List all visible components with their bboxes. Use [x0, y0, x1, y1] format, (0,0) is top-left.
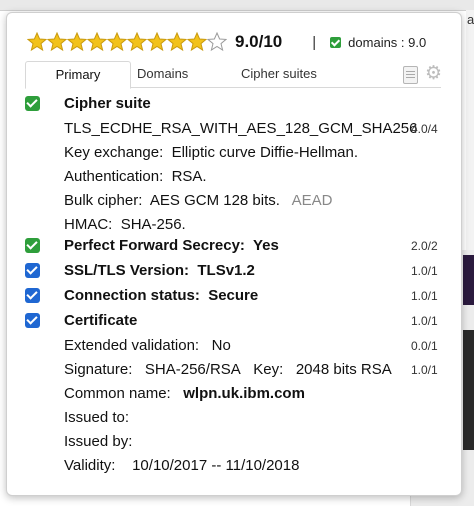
ssl-tls-row: SSL/TLS Version: TLSv1.2 1.0/1 — [7, 260, 461, 284]
validity-label: Validity: — [64, 457, 116, 474]
gear-icon[interactable]: ⚙ — [425, 64, 443, 83]
cipher-suite-row: Cipher suite — [7, 93, 461, 117]
tab-domains[interactable]: Domains — [137, 61, 188, 87]
cipher-suite-score: 4.0/4 — [411, 122, 438, 136]
pfs-row: Perfect Forward Secrecy: Yes 2.0/2 — [7, 235, 461, 259]
extension-popup: 9.0/10 | domains : 9.0 Primary Domains C… — [6, 12, 462, 496]
browser-toolbar-background — [0, 0, 474, 11]
tab-primary[interactable]: Primary — [25, 61, 131, 89]
background-image-fragment — [463, 255, 474, 305]
issued-to-row: Issued to: — [7, 407, 461, 431]
pfs-value: Yes — [253, 237, 279, 254]
star-filled-icon — [147, 32, 167, 52]
star-filled-icon — [47, 32, 67, 52]
bulk-cipher-label: Bulk cipher: — [64, 192, 143, 209]
signature-row: Signature: SHA-256/RSA Key: 2048 bits RS… — [7, 359, 461, 383]
extended-validation-score: 0.0/1 — [411, 339, 438, 353]
certificate-score: 1.0/1 — [411, 314, 438, 328]
star-filled-icon — [187, 32, 207, 52]
header-separator: | — [312, 33, 317, 51]
hmac-label: HMAC: — [64, 216, 113, 233]
common-name-row: Common name: wlpn.uk.ibm.com — [7, 383, 461, 407]
connection-label: Connection status: — [64, 287, 200, 304]
star-filled-icon — [67, 32, 87, 52]
validity-row: Validity: 10/10/2017 -- 11/10/2018 — [7, 455, 461, 479]
background-image-fragment-2 — [463, 330, 474, 450]
signature-score: 1.0/1 — [411, 363, 438, 377]
key-exchange-label: Key exchange: — [64, 144, 164, 161]
bulk-cipher-value: AES GCM 128 bits. — [149, 192, 280, 209]
bulk-cipher-row: Bulk cipher: AES GCM 128 bits. AEAD — [7, 190, 461, 214]
check-icon — [25, 96, 40, 111]
cipher-name-row: TLS_ECDHE_RSA_WITH_AES_128_GCM_SHA256 4.… — [7, 118, 461, 142]
pfs-score: 2.0/2 — [411, 239, 438, 253]
validity-value: 10/10/2017 -- 11/10/2018 — [132, 457, 300, 474]
common-name-value: wlpn.uk.ibm.com — [183, 385, 305, 402]
key-label: Key: — [253, 361, 284, 378]
extended-validation-row: Extended validation: No 0.0/1 — [7, 335, 461, 359]
check-icon — [25, 263, 40, 278]
star-filled-icon — [27, 32, 47, 52]
bulk-cipher-note: AEAD — [291, 192, 333, 209]
notes-icon[interactable] — [403, 66, 418, 84]
star-filled-icon — [87, 32, 107, 52]
connection-value: Secure — [208, 287, 259, 304]
tab-cipher-suites[interactable]: Cipher suites — [241, 61, 317, 87]
star-filled-icon — [127, 32, 147, 52]
tab-bar: Primary Domains Cipher suites ⚙ — [25, 61, 443, 89]
check-icon — [25, 238, 40, 253]
certificate-row: Certificate 1.0/1 — [7, 310, 461, 334]
ssl-tls-score: 1.0/1 — [411, 264, 438, 278]
connection-row: Connection status: Secure 1.0/1 — [7, 285, 461, 309]
certificate-title: Certificate — [64, 312, 138, 329]
hmac-value: SHA-256. — [120, 216, 186, 233]
ssl-tls-value: TLSv1.2 — [197, 262, 255, 279]
issued-to-label: Issued to: — [64, 409, 130, 426]
background-text: ai — [467, 12, 474, 27]
connection-score: 1.0/1 — [411, 289, 438, 303]
authentication-value: RSA. — [171, 168, 207, 185]
check-icon — [25, 288, 40, 303]
rating-header: 9.0/10 | domains : 9.0 — [27, 29, 426, 55]
signature-value: SHA-256/RSA — [144, 361, 241, 378]
extended-validation-value: No — [211, 337, 231, 354]
issued-by-label: Issued by: — [64, 433, 133, 450]
cipher-suite-title: Cipher suite — [64, 95, 151, 112]
signature-label: Signature: — [64, 361, 133, 378]
star-filled-icon — [167, 32, 187, 52]
star-filled-icon — [107, 32, 127, 52]
star-empty-icon — [207, 32, 227, 52]
cipher-suite-name: TLS_ECDHE_RSA_WITH_AES_128_GCM_SHA256 — [64, 120, 418, 137]
key-exchange-row: Key exchange: Elliptic curve Diffie-Hell… — [7, 142, 461, 166]
score-text: 9.0/10 — [235, 32, 283, 51]
ssl-tls-label: SSL/TLS Version: — [64, 262, 190, 279]
common-name-label: Common name: — [64, 385, 171, 402]
key-exchange-value: Elliptic curve Diffie-Hellman. — [171, 144, 359, 161]
key-value: 2048 bits RSA — [295, 361, 392, 378]
authentication-label: Authentication: — [64, 168, 164, 185]
pfs-label: Perfect Forward Secrecy: — [64, 237, 245, 254]
authentication-row: Authentication: RSA. — [7, 166, 461, 190]
extended-validation-label: Extended validation: — [64, 337, 200, 354]
domains-check-icon — [330, 36, 342, 48]
domains-score: domains : 9.0 — [348, 34, 427, 50]
issued-by-row: Issued by: — [7, 431, 461, 455]
check-icon — [25, 313, 40, 328]
star-rating — [27, 32, 227, 52]
